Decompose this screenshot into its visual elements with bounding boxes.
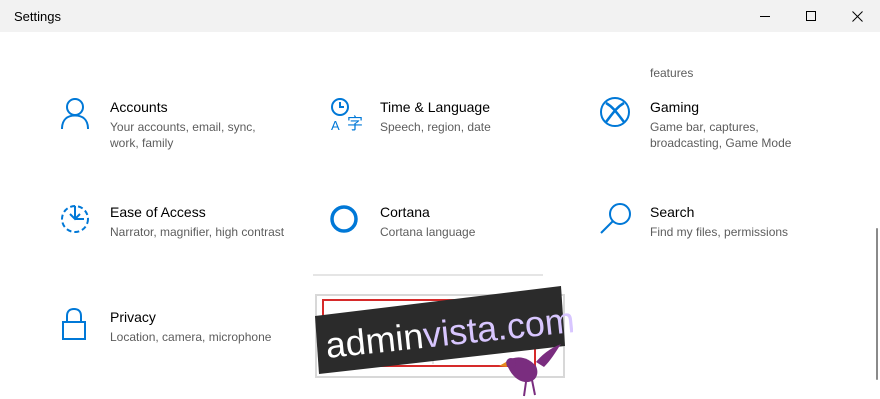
tile-search[interactable]: Search Find my files, permissions	[600, 202, 830, 266]
xbox-icon	[600, 97, 630, 127]
tile-time-language-title: Time & Language	[380, 99, 490, 115]
tile-accounts-title: Accounts	[110, 99, 168, 115]
tile-gaming-title: Gaming	[650, 99, 700, 115]
window-title: Settings	[14, 9, 61, 24]
lock-icon	[62, 307, 86, 340]
tile-cortana[interactable]: Cortana Cortana language	[330, 202, 560, 266]
ease-of-access-icon	[61, 205, 89, 233]
tile-privacy[interactable]: Privacy Location, camera, microphone	[60, 307, 290, 371]
tile-gaming[interactable]: Gaming Game bar, captures, broadcasting,…	[600, 97, 830, 161]
tile-search-description: Find my files, permissions	[650, 225, 789, 239]
scrollbar[interactable]	[876, 228, 878, 380]
svg-text:字: 字	[347, 115, 363, 131]
minimize-icon	[760, 16, 770, 17]
tile-ease-of-access-description: Narrator, magnifier, high contrast	[110, 225, 285, 239]
close-icon	[851, 10, 863, 22]
title-bar: Settings	[0, 0, 880, 32]
close-button[interactable]	[834, 0, 880, 32]
tile-cortana-title: Cortana	[380, 204, 430, 220]
tile-cortana-description: Cortana language	[380, 225, 476, 239]
maximize-icon	[806, 11, 816, 21]
tile-accounts[interactable]: Accounts Your accounts, email, sync, wor…	[60, 97, 290, 161]
tile-time-language[interactable]: 字 A Time & Language Speech, region, date	[330, 97, 560, 161]
maximize-button[interactable]	[788, 0, 834, 32]
search-icon	[600, 203, 631, 234]
tile-accounts-description: Your accounts, email, sync, work, family	[110, 120, 256, 150]
time-language-icon: 字 A	[331, 98, 363, 131]
adminvista-watermark: adminvista.com	[313, 274, 573, 397]
person-icon	[61, 98, 89, 130]
tile-time-language-description: Speech, region, date	[380, 120, 491, 134]
cortana-icon	[330, 205, 358, 233]
tile-privacy-description: Location, camera, microphone	[110, 330, 272, 344]
partial-tile-description: features	[650, 66, 694, 80]
tile-search-title: Search	[650, 204, 695, 220]
tile-ease-of-access-title: Ease of Access	[110, 204, 206, 220]
tile-privacy-title: Privacy	[110, 309, 156, 325]
minimize-button[interactable]	[742, 0, 788, 32]
tile-gaming-description: Game bar, captures, broadcasting, Game M…	[650, 120, 792, 150]
tile-ease-of-access[interactable]: Ease of Access Narrator, magnifier, high…	[60, 202, 290, 266]
svg-text:A: A	[331, 118, 340, 131]
